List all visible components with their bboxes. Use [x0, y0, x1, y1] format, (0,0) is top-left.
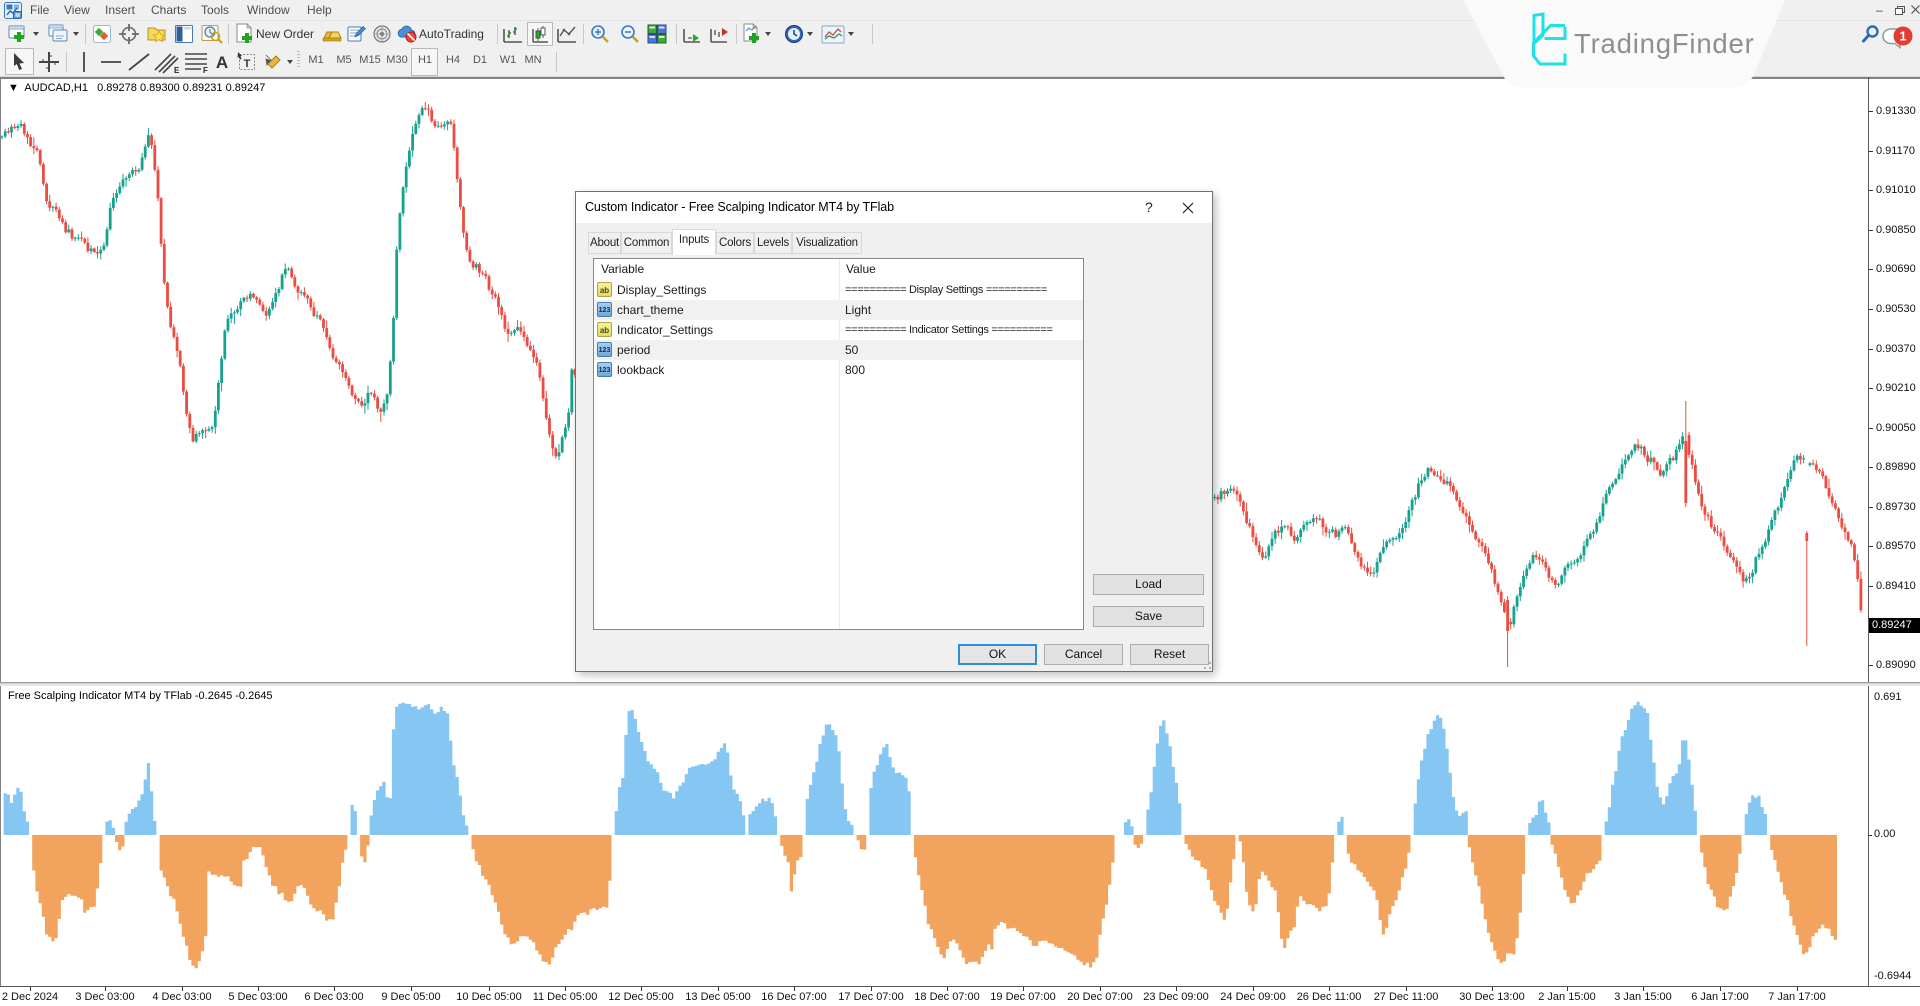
svg-text:T: T	[244, 58, 251, 70]
svg-text:1: 1	[1899, 29, 1906, 44]
svg-text:A: A	[216, 53, 228, 72]
svg-text:TradingFinder: TradingFinder	[1574, 28, 1755, 59]
svg-text:F: F	[203, 66, 208, 74]
svg-text:M: M	[15, 13, 20, 19]
svg-text:E: E	[174, 66, 180, 74]
